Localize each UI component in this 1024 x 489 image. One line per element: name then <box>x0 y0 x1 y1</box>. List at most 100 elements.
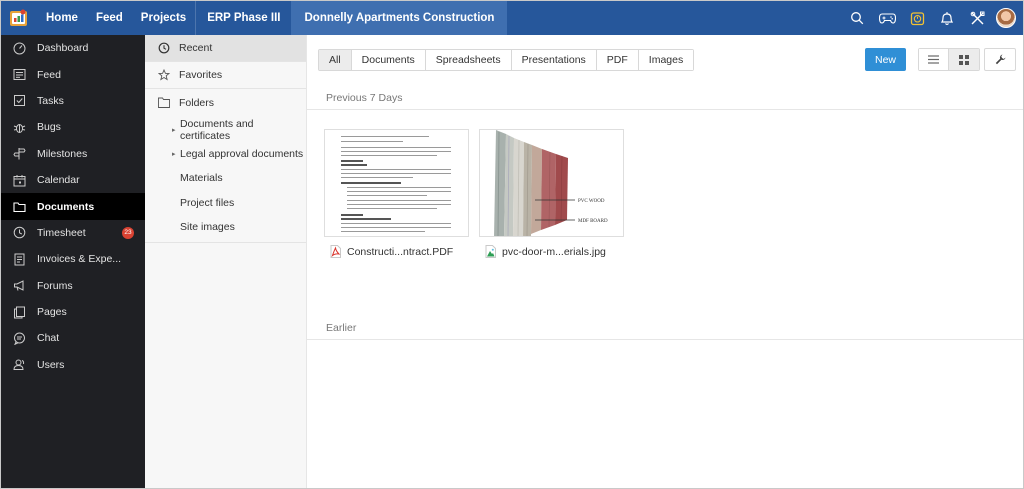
sidebar-item-label: Tasks <box>37 94 64 107</box>
megaphone-icon <box>12 279 26 293</box>
timer-icon[interactable] <box>902 1 932 35</box>
topnav-feed[interactable]: Feed <box>87 1 132 35</box>
pdf-file-icon <box>329 245 341 258</box>
file-name[interactable]: pvc-door-m...erials.jpg <box>479 245 624 258</box>
tasks-icon <box>12 94 26 108</box>
folder-nav-label: Favorites <box>179 69 223 81</box>
bug-icon <box>12 120 26 134</box>
star-icon <box>157 68 171 82</box>
avatar[interactable] <box>996 8 1016 28</box>
door-label-1: PVC WOOD <box>578 199 605 204</box>
subfolder-label: Legal approval documents <box>180 148 304 161</box>
sidebar-item-pages[interactable]: Pages <box>1 299 145 325</box>
sidebar-item-calendar[interactable]: Calendar <box>1 167 145 193</box>
section-divider <box>307 339 1023 340</box>
subfolder-item[interactable]: Materials <box>145 166 306 190</box>
sidebar-item-invoices[interactable]: Invoices & Expe... <box>1 246 145 272</box>
invoice-icon <box>12 252 26 266</box>
pdf-thumbnail <box>324 129 469 237</box>
file-type-filter: All Documents Spreadsheets Presentations… <box>318 49 695 71</box>
topnav-erp-phase-iii[interactable]: ERP Phase III <box>196 1 291 35</box>
gamepad-icon[interactable] <box>872 1 902 35</box>
search-icon[interactable] <box>842 1 872 35</box>
sidebar-item-label: Users <box>37 358 65 371</box>
timesheet-count-badge: 23 <box>122 226 134 239</box>
subfolder-item[interactable]: Project files <box>145 191 306 215</box>
list-view-icon[interactable] <box>919 49 949 70</box>
new-button[interactable]: New <box>865 48 906 71</box>
bell-icon[interactable] <box>932 1 962 35</box>
top-navigation-bar: Home Feed Projects ERP Phase III Donnell… <box>1 1 1023 35</box>
topnav-home[interactable]: Home <box>37 1 87 35</box>
grid-view-icon[interactable] <box>949 49 979 70</box>
caret-right-icon[interactable]: ▸ <box>172 126 180 134</box>
folder-nav-recent[interactable]: Recent <box>145 35 306 62</box>
filter-spreadsheets[interactable]: Spreadsheets <box>425 50 512 70</box>
sidebar-item-label: Timesheet <box>37 226 86 239</box>
sidebar-item-forums[interactable]: Forums <box>1 273 145 299</box>
folder-nav-label: Folders <box>179 96 215 109</box>
subfolder-label: Materials <box>180 172 223 185</box>
users-icon <box>12 358 26 372</box>
dashboard-icon <box>12 41 26 55</box>
sidebar-item-users[interactable]: Users <box>1 352 145 378</box>
sidebar-item-tasks[interactable]: Tasks <box>1 88 145 114</box>
sidebar-item-documents[interactable]: Documents <box>1 193 145 220</box>
sidebar-item-label: Documents <box>37 200 95 213</box>
zoho-projects-logo-icon[interactable] <box>1 1 37 35</box>
file-card[interactable]: PVC WOOD MDF BOARD pvc-door-m...erials.j… <box>479 129 624 258</box>
sidebar: Dashboard Feed Tasks Bugs Milestones Cal… <box>1 35 145 488</box>
filter-images[interactable]: Images <box>638 50 694 70</box>
sidebar-item-feed[interactable]: Feed <box>1 61 145 87</box>
sidebar-item-chat[interactable]: Chat <box>1 325 145 351</box>
sidebar-item-milestones[interactable]: Milestones <box>1 141 145 167</box>
sidebar-item-bugs[interactable]: Bugs <box>1 114 145 140</box>
chat-icon <box>12 331 26 345</box>
folder-icon <box>157 96 171 110</box>
milestone-icon <box>12 147 26 161</box>
file-name[interactable]: Constructi...ntract.PDF <box>324 245 469 258</box>
clock-icon <box>12 226 26 240</box>
door-materials-image: PVC WOOD MDF BOARD <box>480 130 623 236</box>
subfolder-label: Project files <box>180 196 235 209</box>
subfolder-item[interactable]: Site images <box>145 215 306 239</box>
folder-icon <box>12 200 26 214</box>
folder-nav-folders[interactable]: Folders <box>145 89 306 116</box>
tools-icon[interactable] <box>962 1 992 35</box>
sidebar-item-timesheet[interactable]: Timesheet 23 <box>1 220 145 246</box>
section-heading-recent: Previous 7 Days <box>326 92 403 104</box>
file-name-label: pvc-door-m...erials.jpg <box>502 245 606 258</box>
subfolder-label: Documents and certificates <box>179 118 254 143</box>
sidebar-item-label: Chat <box>37 332 60 345</box>
sidebar-item-label: Invoices & Expe... <box>37 253 122 266</box>
image-thumbnail: PVC WOOD MDF BOARD <box>479 129 624 237</box>
filter-all[interactable]: All <box>319 50 352 70</box>
filter-presentations[interactable]: Presentations <box>511 50 597 70</box>
view-toggle <box>918 48 980 71</box>
door-label-2: MDF BOARD <box>578 219 608 224</box>
documents-main: All Documents Spreadsheets Presentations… <box>307 35 1023 488</box>
topnav-projects[interactable]: Projects <box>132 1 195 35</box>
folder-panel: Recent Favorites Folders ▸ Documents and… <box>145 35 307 488</box>
filter-documents[interactable]: Documents <box>351 50 426 70</box>
section-heading-earlier: Earlier <box>326 322 357 334</box>
topbar-actions <box>842 1 1023 35</box>
pages-icon <box>12 305 26 319</box>
caret-right-icon[interactable]: ▸ <box>172 150 180 158</box>
subfolder-item[interactable]: ▸ Legal approval documents <box>145 142 306 166</box>
subfolder-label: Site images <box>180 220 235 233</box>
image-file-icon <box>484 245 496 258</box>
file-card[interactable]: Constructi...ntract.PDF <box>324 129 469 258</box>
folder-nav-favorites[interactable]: Favorites <box>145 62 306 89</box>
folder-nav-label: Recent <box>179 42 213 54</box>
sidebar-item-label: Forums <box>37 279 73 292</box>
section-divider <box>307 109 1023 110</box>
subfolder-item[interactable]: ▸ Documents and certificates <box>145 118 306 142</box>
app-window: Home Feed Projects ERP Phase III Donnell… <box>0 0 1024 489</box>
topnav-current-project[interactable]: Donnelly Apartments Construction <box>291 1 508 35</box>
filter-pdf[interactable]: PDF <box>596 50 639 70</box>
sidebar-item-label: Bugs <box>37 121 61 134</box>
wrench-icon[interactable] <box>984 48 1016 71</box>
file-name-label: Constructi...ntract.PDF <box>347 245 454 258</box>
sidebar-item-dashboard[interactable]: Dashboard <box>1 35 145 61</box>
